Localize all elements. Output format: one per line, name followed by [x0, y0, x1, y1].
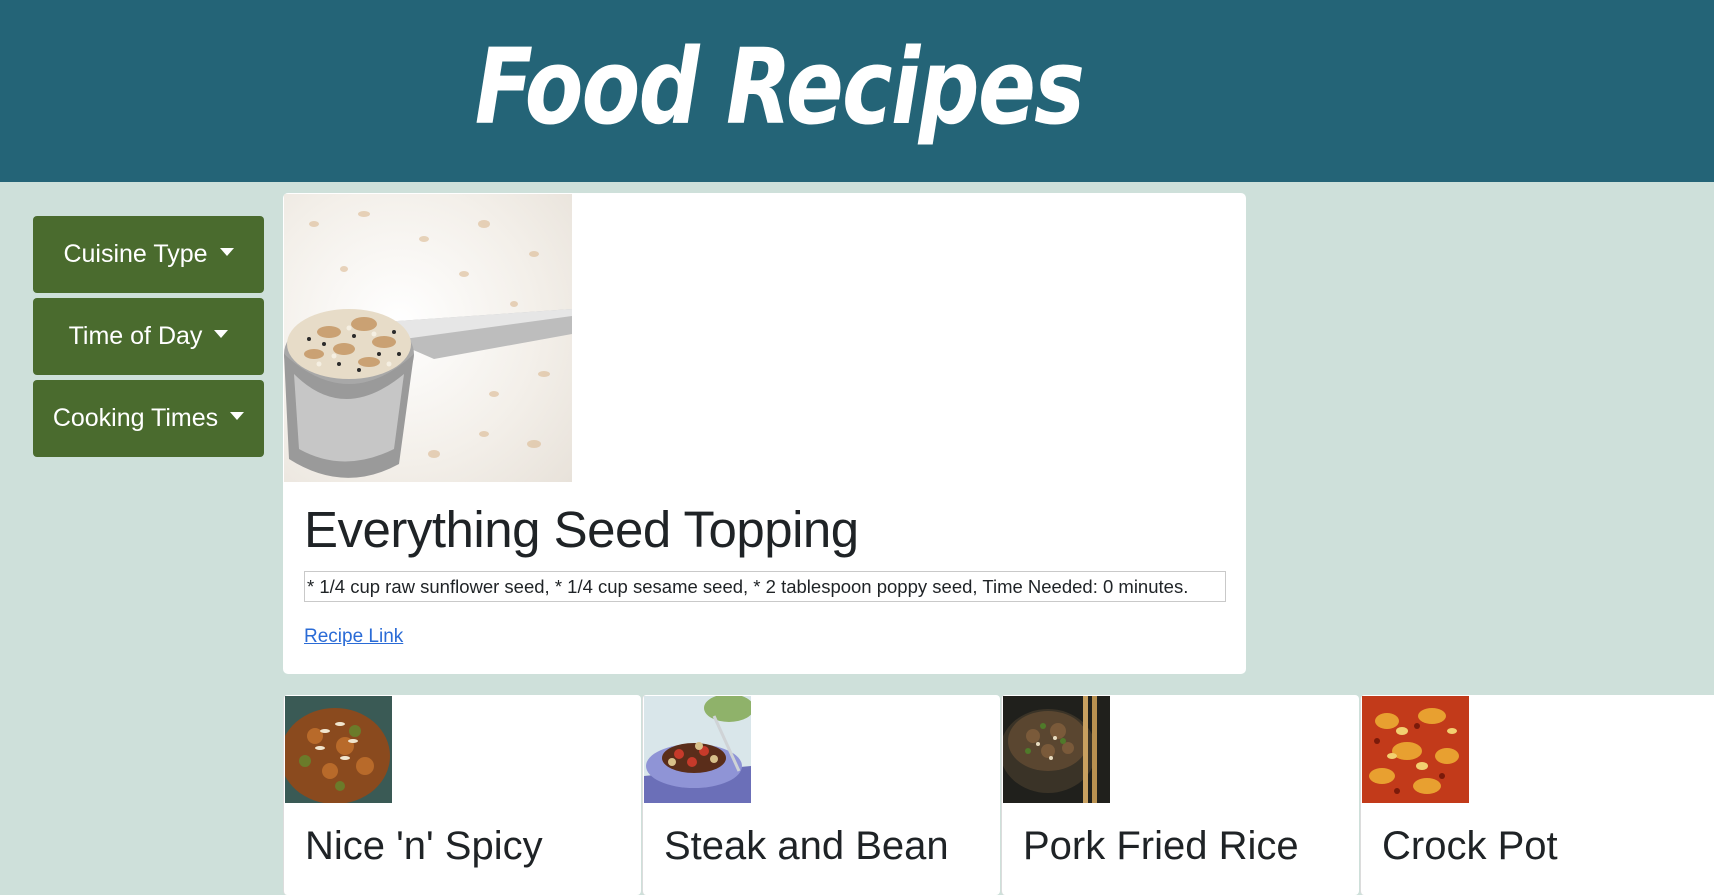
recipe-card-image	[644, 695, 754, 803]
filter-sidebar: Cuisine Type Time of Day Cooking Times	[33, 216, 264, 462]
caret-down-icon	[214, 330, 229, 339]
recipe-card[interactable]: Crock Pot	[1360, 695, 1714, 895]
recipe-card-title: Steak and Bean	[664, 824, 949, 868]
recipe-card[interactable]: Nice 'n' Spicy	[283, 695, 641, 895]
recipe-link[interactable]: Recipe Link	[304, 626, 403, 648]
recipe-card-title: Pork Fried Rice	[1023, 824, 1299, 868]
cooking-times-dropdown[interactable]: Cooking Times	[33, 380, 264, 457]
site-header: Food Recipes	[0, 0, 1714, 182]
featured-recipe-ingredients: * 1/4 cup raw sunflower seed, * 1/4 cup …	[304, 571, 1226, 602]
caret-down-icon	[219, 248, 234, 257]
cuisine-type-dropdown[interactable]: Cuisine Type	[33, 216, 264, 293]
featured-recipe-title: Everything Seed Topping	[304, 501, 859, 558]
recipe-card-title: Crock Pot	[1382, 824, 1558, 868]
caret-down-icon	[230, 412, 245, 421]
dropdown-label: Cooking Times	[52, 404, 219, 432]
dropdown-label: Cuisine Type	[63, 240, 208, 268]
featured-recipe-card: Everything Seed Topping * 1/4 cup raw su…	[283, 193, 1246, 674]
recipe-card-image	[284, 696, 392, 804]
dropdown-label: Time of Day	[68, 322, 203, 350]
recipe-card-grid: Nice 'n' Spicy Steak and Bean Pork Fried…	[283, 695, 1714, 895]
time-of-day-dropdown[interactable]: Time of Day	[33, 298, 264, 375]
recipe-card[interactable]: Steak and Bean	[642, 695, 1000, 895]
site-title: Food Recipes	[474, 26, 1085, 148]
recipe-card-image	[1362, 696, 1469, 803]
recipe-card-image	[1002, 696, 1110, 803]
recipe-card-title: Nice 'n' Spicy	[305, 824, 543, 868]
featured-recipe-image	[284, 194, 572, 482]
recipe-card[interactable]: Pork Fried Rice	[1001, 695, 1359, 895]
